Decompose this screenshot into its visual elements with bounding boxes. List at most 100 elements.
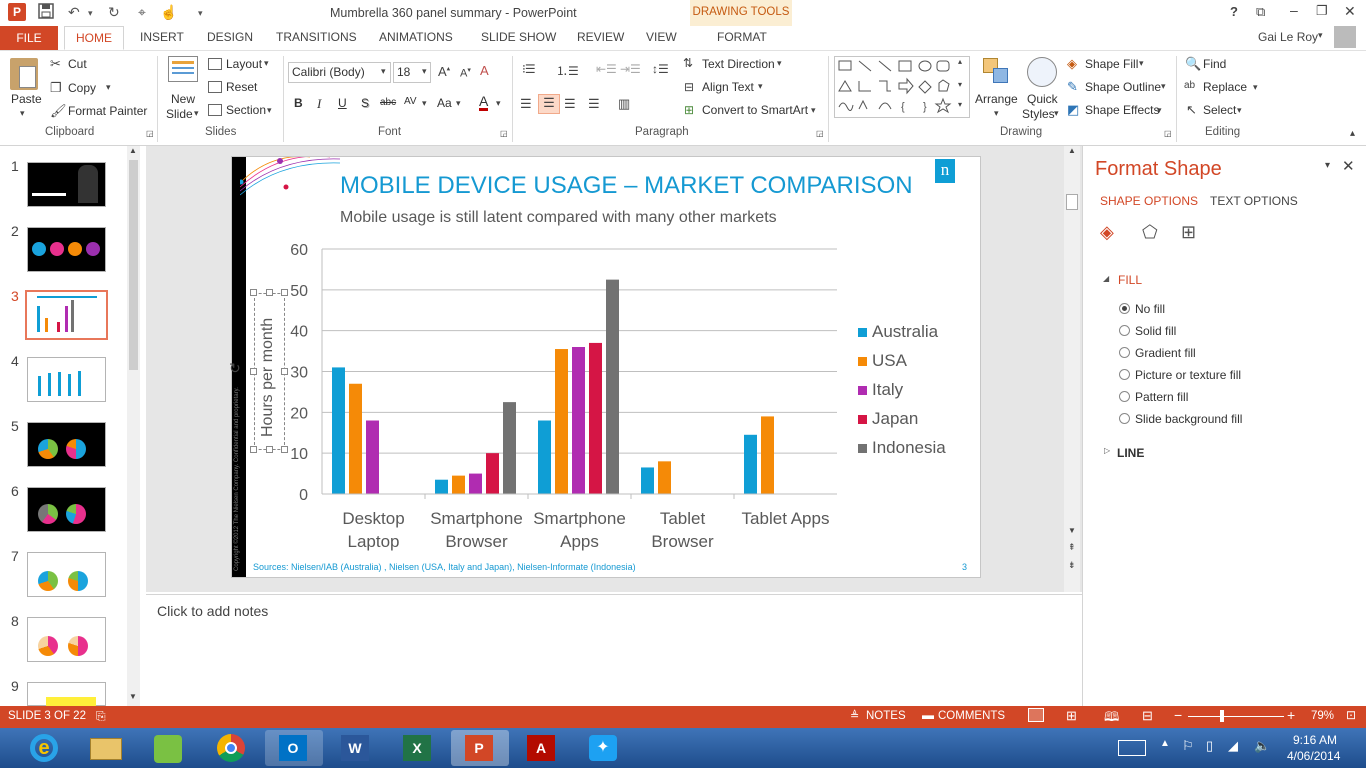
- notes-placeholder[interactable]: Click to add notes: [157, 603, 268, 619]
- fit-to-window-icon[interactable]: ⊡: [1346, 708, 1356, 722]
- new-slide-label-2[interactable]: Slide: [166, 107, 193, 121]
- text-direction-dropdown-icon[interactable]: ▾: [777, 58, 782, 69]
- slide-thumbnail[interactable]: [27, 422, 106, 467]
- shape-fill-button[interactable]: Shape Fill: [1085, 57, 1138, 71]
- volume-icon[interactable]: 🔈: [1254, 738, 1270, 754]
- shape-options-tab[interactable]: SHAPE OPTIONS: [1100, 194, 1198, 208]
- help-button[interactable]: ?: [1230, 4, 1238, 19]
- numbering-icon[interactable]: ⒈☰: [556, 62, 579, 79]
- shape-outline-dropdown-icon[interactable]: ▾: [1161, 81, 1166, 92]
- clock-date[interactable]: 4/06/2014: [1287, 749, 1340, 763]
- collapse-ribbon-icon[interactable]: ▴: [1350, 128, 1355, 139]
- network-icon[interactable]: ⚐: [1182, 738, 1194, 754]
- line-spacing-icon[interactable]: ↕☰: [652, 62, 669, 76]
- next-slide-icon[interactable]: ⇟: [1068, 560, 1076, 571]
- clock-time[interactable]: 9:16 AM: [1293, 733, 1337, 747]
- copy-dropdown-icon[interactable]: ▾: [106, 82, 111, 93]
- keyboard-icon[interactable]: [1118, 740, 1146, 756]
- character-spacing-button[interactable]: AV: [404, 96, 417, 107]
- outlook-icon[interactable]: O: [265, 730, 323, 766]
- zoom-out-icon[interactable]: −: [1174, 707, 1182, 723]
- align-text-icon[interactable]: ⊟: [684, 80, 694, 94]
- gradient-fill-label[interactable]: Gradient fill: [1135, 346, 1196, 360]
- resize-handle[interactable]: [250, 446, 257, 453]
- font-launcher-icon[interactable]: ◲: [500, 129, 508, 138]
- find-icon[interactable]: 🔍: [1185, 56, 1201, 72]
- scroll-down-icon[interactable]: ▼: [1068, 526, 1076, 535]
- slide-sorter-icon[interactable]: ⊞: [1066, 708, 1077, 724]
- user-avatar[interactable]: [1334, 26, 1356, 48]
- user-dropdown-icon[interactable]: ▾: [1318, 30, 1323, 41]
- tab-animations[interactable]: ANIMATIONS: [379, 30, 453, 44]
- paste-button[interactable]: Paste: [11, 92, 42, 106]
- reading-view-icon[interactable]: 🕮: [1104, 708, 1119, 730]
- increase-indent-icon[interactable]: ⇥☰: [620, 62, 641, 76]
- fill-line-icon[interactable]: ◈: [1100, 222, 1124, 246]
- new-slide-dropdown-icon[interactable]: ▾: [194, 108, 199, 119]
- chrome-icon[interactable]: [203, 730, 261, 766]
- smartart-icon[interactable]: ⊞: [684, 103, 694, 117]
- resize-handle[interactable]: [266, 446, 273, 453]
- picture-fill-radio[interactable]: [1119, 369, 1130, 380]
- resize-handle[interactable]: [281, 446, 288, 453]
- resize-handle[interactable]: [250, 368, 257, 375]
- font-size-value[interactable]: 18: [397, 65, 410, 79]
- underline-button[interactable]: U: [338, 96, 347, 110]
- justify-icon[interactable]: ☰: [588, 96, 600, 112]
- slide-thumbnail[interactable]: [27, 162, 106, 207]
- slide-scrollbar[interactable]: ▲ ▼ ⇞ ⇟: [1064, 146, 1080, 592]
- tab-slideshow[interactable]: SLIDE SHOW: [481, 30, 556, 44]
- shape-effects-icon[interactable]: ◩: [1067, 102, 1079, 118]
- redo-icon[interactable]: ↻: [108, 4, 120, 21]
- text-options-tab[interactable]: TEXT OPTIONS: [1210, 194, 1298, 208]
- word-icon[interactable]: W: [327, 730, 385, 766]
- section-button[interactable]: Section: [226, 103, 266, 117]
- close-window-button[interactable]: ✕: [1344, 3, 1356, 20]
- align-left-icon[interactable]: ☰: [520, 96, 532, 112]
- grow-font-icon[interactable]: A▴: [438, 64, 450, 79]
- find-button[interactable]: Find: [1203, 57, 1226, 71]
- resize-handle[interactable]: [281, 368, 288, 375]
- shrink-font-icon[interactable]: A▾: [460, 66, 471, 80]
- copy-button[interactable]: Copy: [68, 81, 96, 95]
- line-expand-icon[interactable]: ▷: [1104, 446, 1110, 455]
- ribbon-display-icon[interactable]: ⧉: [1256, 4, 1265, 20]
- layout-button[interactable]: Layout: [226, 57, 262, 71]
- tray-expand-icon[interactable]: ▲: [1160, 738, 1170, 749]
- qat-customize-icon[interactable]: ▾: [198, 8, 203, 19]
- zoom-in-icon[interactable]: +: [1287, 707, 1295, 723]
- tab-file[interactable]: FILE: [0, 26, 58, 50]
- reset-button[interactable]: Reset: [226, 80, 257, 94]
- shape-fill-dropdown-icon[interactable]: ▾: [1139, 58, 1144, 69]
- resize-handle[interactable]: [266, 289, 273, 296]
- slide-thumbnail[interactable]: [27, 617, 106, 662]
- line-section-header[interactable]: LINE: [1117, 446, 1144, 460]
- shape-effects-button[interactable]: Shape Effects: [1085, 103, 1160, 117]
- align-text-dropdown-icon[interactable]: ▾: [758, 81, 763, 92]
- shapes-scroll-down-icon[interactable]: ▾: [958, 80, 962, 89]
- shape-outline-button[interactable]: Shape Outline: [1085, 80, 1161, 94]
- rotate-handle-icon[interactable]: ↻: [229, 360, 241, 377]
- quick-styles-label-2[interactable]: Styles: [1022, 107, 1055, 121]
- columns-icon[interactable]: ▥: [618, 96, 630, 112]
- font-name-dropdown-icon[interactable]: ▾: [381, 66, 386, 77]
- convert-smartart-button[interactable]: Convert to SmartArt: [702, 103, 808, 117]
- pattern-fill-label[interactable]: Pattern fill: [1135, 390, 1188, 404]
- shape-outline-icon[interactable]: ✎: [1067, 79, 1078, 95]
- comments-button[interactable]: COMMENTS: [938, 710, 1005, 722]
- shapes-more-icon[interactable]: ▾: [958, 100, 962, 109]
- solid-fill-radio[interactable]: [1119, 325, 1130, 336]
- shadow-button[interactable]: S: [361, 96, 369, 110]
- arrange-icon[interactable]: [983, 58, 1009, 86]
- layout-icon[interactable]: [208, 58, 222, 70]
- font-name-value[interactable]: Calibri (Body): [292, 65, 365, 79]
- font-color-button[interactable]: A: [479, 94, 489, 111]
- shape-fill-icon[interactable]: ◈: [1067, 56, 1077, 72]
- reset-icon[interactable]: [208, 81, 222, 93]
- notes-toggle-icon[interactable]: ≜: [850, 709, 859, 722]
- restore-button[interactable]: ❐: [1316, 3, 1328, 19]
- slide-canvas[interactable]: Copyright ©2012 The Nielsen Company. Con…: [229, 156, 981, 578]
- clipboard-launcher-icon[interactable]: ◲: [146, 129, 154, 138]
- y-axis-title[interactable]: Hours per month: [259, 318, 277, 437]
- select-icon[interactable]: ↖: [1186, 102, 1197, 118]
